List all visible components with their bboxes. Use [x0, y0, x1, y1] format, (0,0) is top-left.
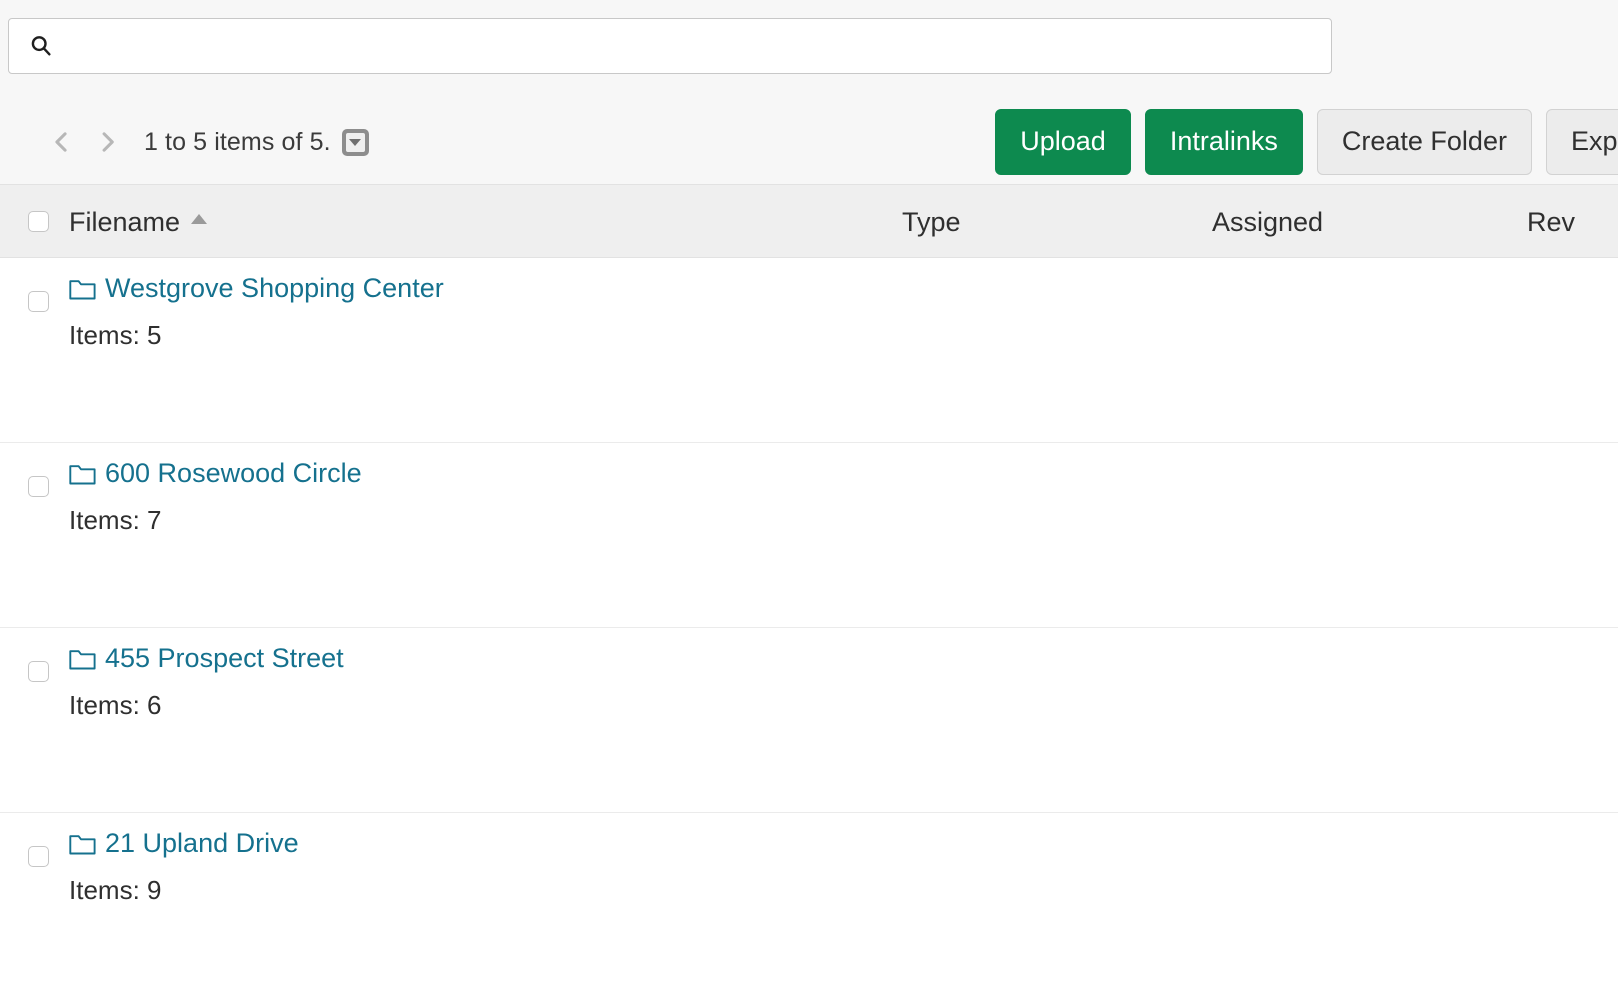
folder-icon: [69, 277, 96, 300]
folder-icon: [69, 832, 96, 855]
caret-down-icon: [345, 132, 365, 152]
table-row[interactable]: 600 Rosewood Circle Items: 7: [0, 443, 1618, 628]
table-row[interactable]: 455 Prospect Street Items: 6: [0, 628, 1618, 813]
create-folder-button[interactable]: Create Folder: [1316, 109, 1532, 175]
table-row[interactable]: 21 Upland Drive Items: 9: [0, 813, 1618, 986]
folder-icon: [69, 462, 96, 485]
folder-link[interactable]: 455 Prospect Street: [69, 643, 344, 674]
toolbar: 1 to 5 items of 5. Upload Intralinks Cre…: [0, 100, 1618, 184]
folder-link[interactable]: 21 Upland Drive: [69, 828, 299, 859]
pagination: 1 to 5 items of 5.: [38, 100, 369, 184]
search-bar[interactable]: [8, 18, 1332, 74]
folder-name: Westgrove Shopping Center: [105, 273, 444, 303]
folder-name: 455 Prospect Street: [105, 643, 344, 673]
search-icon: [29, 34, 53, 58]
sort-ascending-icon: [191, 214, 208, 224]
row-checkbox[interactable]: [28, 846, 49, 867]
row-checkbox[interactable]: [28, 661, 49, 682]
folder-icon: [69, 647, 96, 670]
folder-item-count: Items: 6: [69, 690, 162, 720]
select-all-checkbox[interactable]: [28, 211, 49, 232]
pagination-summary: 1 to 5 items of 5.: [144, 127, 331, 156]
folder-item-count: Items: 5: [69, 320, 162, 350]
column-header-review[interactable]: Rev: [1527, 185, 1575, 259]
folder-name: 21 Upland Drive: [105, 828, 299, 858]
folder-item-count: Items: 9: [69, 875, 162, 905]
folder-name: 600 Rosewood Circle: [105, 458, 362, 488]
search-input[interactable]: [65, 19, 1317, 73]
document-manager-page: 1 to 5 items of 5. Upload Intralinks Cre…: [0, 0, 1618, 986]
file-table: Filename Type Assigned Rev Westgrove Sho…: [0, 184, 1618, 986]
chevron-left-icon[interactable]: [38, 119, 84, 165]
column-header-filename-label: Filename: [69, 206, 181, 237]
column-header-type[interactable]: Type: [902, 185, 961, 259]
folder-link[interactable]: Westgrove Shopping Center: [69, 273, 444, 304]
table-header-row: Filename Type Assigned Rev: [0, 184, 1618, 258]
export-button[interactable]: Export: [1545, 109, 1618, 175]
pagination-dropdown-button[interactable]: [341, 128, 369, 156]
upload-button[interactable]: Upload: [995, 109, 1131, 175]
folder-link[interactable]: 600 Rosewood Circle: [69, 458, 362, 489]
column-header-filename[interactable]: Filename: [69, 185, 208, 259]
chevron-right-icon[interactable]: [84, 119, 130, 165]
column-header-assigned[interactable]: Assigned: [1212, 185, 1323, 259]
row-checkbox[interactable]: [28, 476, 49, 497]
toolbar-actions: Upload Intralinks Create Folder Export: [995, 100, 1618, 184]
row-checkbox[interactable]: [28, 291, 49, 312]
folder-item-count: Items: 7: [69, 505, 162, 535]
intralinks-button[interactable]: Intralinks: [1144, 109, 1303, 175]
table-row[interactable]: Westgrove Shopping Center Items: 5: [0, 258, 1618, 443]
